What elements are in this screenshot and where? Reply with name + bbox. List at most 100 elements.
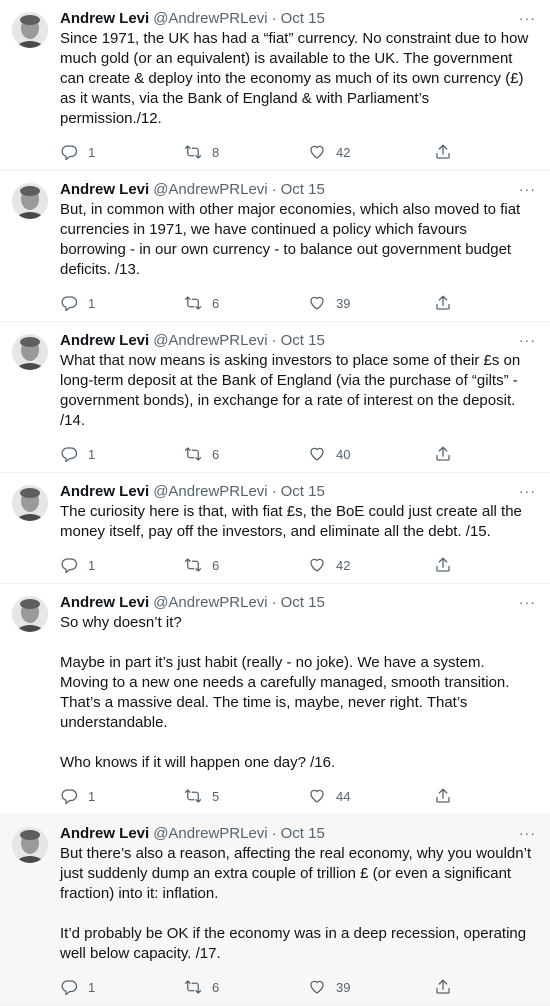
retweet-count: 6 xyxy=(212,979,220,995)
like-button[interactable]: 42 xyxy=(308,556,434,574)
tweet-paragraph: But, in common with other major economie… xyxy=(60,201,521,278)
tweet[interactable]: Andrew Levi @AndrewPRLevi · Oct 15 ··· W… xyxy=(0,322,550,473)
reply-button[interactable]: 1 xyxy=(60,556,184,574)
reply-icon xyxy=(61,447,78,463)
tweet-header: Andrew Levi @AndrewPRLevi · Oct 15 xyxy=(60,332,534,350)
reply-count: 1 xyxy=(88,557,96,573)
author-handle[interactable]: @AndrewPRLevi xyxy=(153,825,267,843)
like-button[interactable]: 42 xyxy=(308,143,434,161)
tweet-text: What that now means is asking investors … xyxy=(60,351,534,431)
author-name[interactable]: Andrew Levi xyxy=(60,181,149,199)
retweet-icon xyxy=(184,789,202,803)
retweet-count: 6 xyxy=(212,295,220,311)
retweet-icon xyxy=(184,296,202,310)
tweet[interactable]: Andrew Levi @AndrewPRLevi · Oct 15 ··· S… xyxy=(0,0,550,171)
more-icon[interactable]: ··· xyxy=(519,825,536,841)
retweet-icon xyxy=(184,145,202,159)
reply-count: 1 xyxy=(88,295,96,311)
retweet-button[interactable]: 8 xyxy=(184,143,308,161)
like-count: 39 xyxy=(336,295,351,311)
avatar[interactable] xyxy=(12,596,48,632)
heart-icon xyxy=(310,980,324,994)
share-button[interactable] xyxy=(434,445,474,463)
retweet-button[interactable]: 6 xyxy=(184,556,308,574)
share-icon xyxy=(436,295,450,310)
share-button[interactable] xyxy=(434,787,474,805)
author-handle[interactable]: @AndrewPRLevi xyxy=(153,594,267,612)
reply-button[interactable]: 1 xyxy=(60,143,184,161)
reply-button[interactable]: 1 xyxy=(60,978,184,996)
author-handle[interactable]: @AndrewPRLevi xyxy=(153,10,267,28)
tweet-date[interactable]: Oct 15 xyxy=(281,483,325,501)
author-name[interactable]: Andrew Levi xyxy=(60,483,149,501)
heart-icon xyxy=(310,447,324,461)
author-handle[interactable]: @AndrewPRLevi xyxy=(153,483,267,501)
share-button[interactable] xyxy=(434,978,474,996)
avatar[interactable] xyxy=(12,485,48,521)
retweet-button[interactable]: 6 xyxy=(184,978,308,996)
share-icon xyxy=(436,979,450,994)
tweet-date[interactable]: Oct 15 xyxy=(281,332,325,350)
tweet-date[interactable]: Oct 15 xyxy=(281,825,325,843)
tweet[interactable]: Andrew Levi @AndrewPRLevi · Oct 15 ··· S… xyxy=(0,584,550,815)
separator-dot: · xyxy=(271,825,277,842)
tweet-paragraph: Maybe in part it’s just habit (really - … xyxy=(60,654,510,731)
more-icon[interactable]: ··· xyxy=(519,483,536,499)
tweet[interactable]: Andrew Levi @AndrewPRLevi · Oct 15 ··· T… xyxy=(0,473,550,584)
avatar[interactable] xyxy=(12,827,48,863)
author-name[interactable]: Andrew Levi xyxy=(60,10,149,28)
more-icon[interactable]: ··· xyxy=(519,594,536,610)
tweet-date[interactable]: Oct 15 xyxy=(281,10,325,28)
reply-button[interactable]: 1 xyxy=(60,294,184,312)
avatar[interactable] xyxy=(12,12,48,48)
like-button[interactable]: 39 xyxy=(308,294,434,312)
retweet-icon xyxy=(184,558,202,572)
tweet-actions: 1 5 44 xyxy=(60,786,534,806)
separator-dot: · xyxy=(271,483,277,500)
reply-button[interactable]: 1 xyxy=(60,445,184,463)
avatar[interactable] xyxy=(12,183,48,219)
more-icon[interactable]: ··· xyxy=(519,332,536,348)
like-button[interactable]: 39 xyxy=(308,978,434,996)
reply-count: 1 xyxy=(88,446,96,462)
tweet-text: Since 1971, the UK has had a “fiat” curr… xyxy=(60,29,534,129)
reply-icon xyxy=(61,980,78,996)
retweet-button[interactable]: 5 xyxy=(184,787,308,805)
retweet-count: 6 xyxy=(212,557,220,573)
tweet-header: Andrew Levi @AndrewPRLevi · Oct 15 xyxy=(60,483,534,501)
tweet-actions: 1 8 42 xyxy=(60,142,534,162)
heart-icon xyxy=(310,789,324,803)
retweet-button[interactable]: 6 xyxy=(184,294,308,312)
heart-icon xyxy=(310,145,324,159)
tweet-header: Andrew Levi @AndrewPRLevi · Oct 15 xyxy=(60,594,534,612)
avatar-image xyxy=(12,12,48,48)
like-button[interactable]: 44 xyxy=(308,787,434,805)
avatar-image xyxy=(12,334,48,370)
tweet-date[interactable]: Oct 15 xyxy=(281,181,325,199)
author-handle[interactable]: @AndrewPRLevi xyxy=(153,332,267,350)
share-icon xyxy=(436,446,450,461)
retweet-icon xyxy=(184,447,202,461)
tweet-paragraph: It’d probably be OK if the economy was i… xyxy=(60,925,527,962)
retweet-icon xyxy=(184,980,202,994)
share-button[interactable] xyxy=(434,556,474,574)
author-handle[interactable]: @AndrewPRLevi xyxy=(153,181,267,199)
share-button[interactable] xyxy=(434,294,474,312)
share-button[interactable] xyxy=(434,143,474,161)
like-button[interactable]: 40 xyxy=(308,445,434,463)
author-name[interactable]: Andrew Levi xyxy=(60,594,149,612)
reply-button[interactable]: 1 xyxy=(60,787,184,805)
more-icon[interactable]: ··· xyxy=(519,181,536,197)
reply-icon xyxy=(61,558,78,574)
tweet-paragraph: But there’s also a reason, affecting the… xyxy=(60,845,532,902)
tweet-text: But there’s also a reason, affecting the… xyxy=(60,844,534,964)
author-name[interactable]: Andrew Levi xyxy=(60,332,149,350)
tweet-header: Andrew Levi @AndrewPRLevi · Oct 15 xyxy=(60,825,534,843)
retweet-button[interactable]: 6 xyxy=(184,445,308,463)
tweet[interactable]: Andrew Levi @AndrewPRLevi · Oct 15 ··· B… xyxy=(0,815,550,1006)
tweet-date[interactable]: Oct 15 xyxy=(281,594,325,612)
tweet[interactable]: Andrew Levi @AndrewPRLevi · Oct 15 ··· B… xyxy=(0,171,550,322)
author-name[interactable]: Andrew Levi xyxy=(60,825,149,843)
more-icon[interactable]: ··· xyxy=(519,10,536,26)
avatar[interactable] xyxy=(12,334,48,370)
